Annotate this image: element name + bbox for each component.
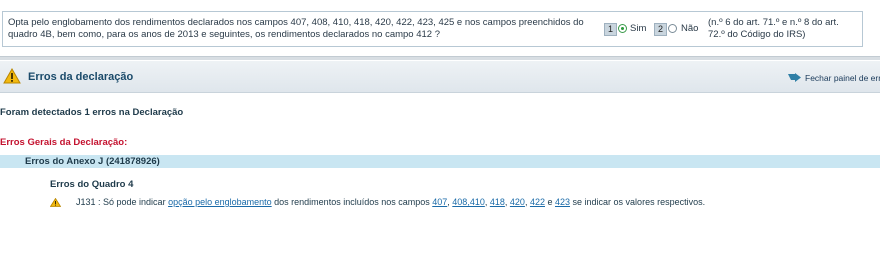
error-and-text: e (544, 197, 555, 207)
error-mid-text: dos rendimentos incluídos nos campos (271, 197, 433, 207)
separator (0, 56, 880, 60)
englobamento-question: Opta pelo englobamento dos rendimentos d… (2, 11, 863, 47)
error-tail-text: se indicar os valores respectivos. (570, 197, 706, 207)
field-link-407[interactable]: 407 (432, 197, 447, 207)
field-link-423[interactable]: 423 (555, 197, 570, 207)
option-number-1: 1 (604, 23, 617, 36)
general-errors-heading: Erros Gerais da Declaração: (0, 137, 128, 148)
errors-panel-title: Erros da declaração (28, 71, 134, 83)
field-link-418[interactable]: 418 (490, 197, 505, 207)
question-text: Opta pelo englobamento dos rendimentos d… (8, 17, 584, 40)
radio-nao[interactable] (668, 24, 677, 33)
radio-sim[interactable] (618, 24, 627, 33)
close-panel-icon (788, 73, 801, 82)
annex-errors-heading: Erros do Anexo J (241878926) (25, 156, 160, 167)
field-link-420[interactable]: 420 (510, 197, 525, 207)
warning-icon (50, 198, 61, 207)
radio-label-nao: Não (681, 23, 699, 34)
error-message: J131 : Só pode indicar opção pelo englob… (76, 197, 706, 207)
radio-label-sim: Sim (630, 23, 647, 34)
field-link-422[interactable]: 422 (530, 197, 545, 207)
errors-panel-header: Erros da declaração Fechar painel de err… (0, 61, 880, 93)
errors-detected-text: Foram detectados 1 erros na Declaração (0, 107, 184, 118)
annex-errors-bar: Erros do Anexo J (241878926) (0, 155, 880, 168)
option-englobamento-link[interactable]: opção pelo englobamento (168, 197, 272, 207)
field-link-408-410[interactable]: 408,410 (452, 197, 485, 207)
error-code-text: J131 : Só pode indicar (76, 197, 169, 207)
quadro-errors-heading: Erros do Quadro 4 (50, 179, 134, 190)
legal-reference: (n.º 6 do art. 71.º e n.º 8 do art. 72.º… (708, 17, 839, 40)
close-panel-label: Fechar painel de erros (805, 73, 880, 83)
option-number-2: 2 (654, 23, 667, 36)
warning-icon (3, 68, 21, 84)
